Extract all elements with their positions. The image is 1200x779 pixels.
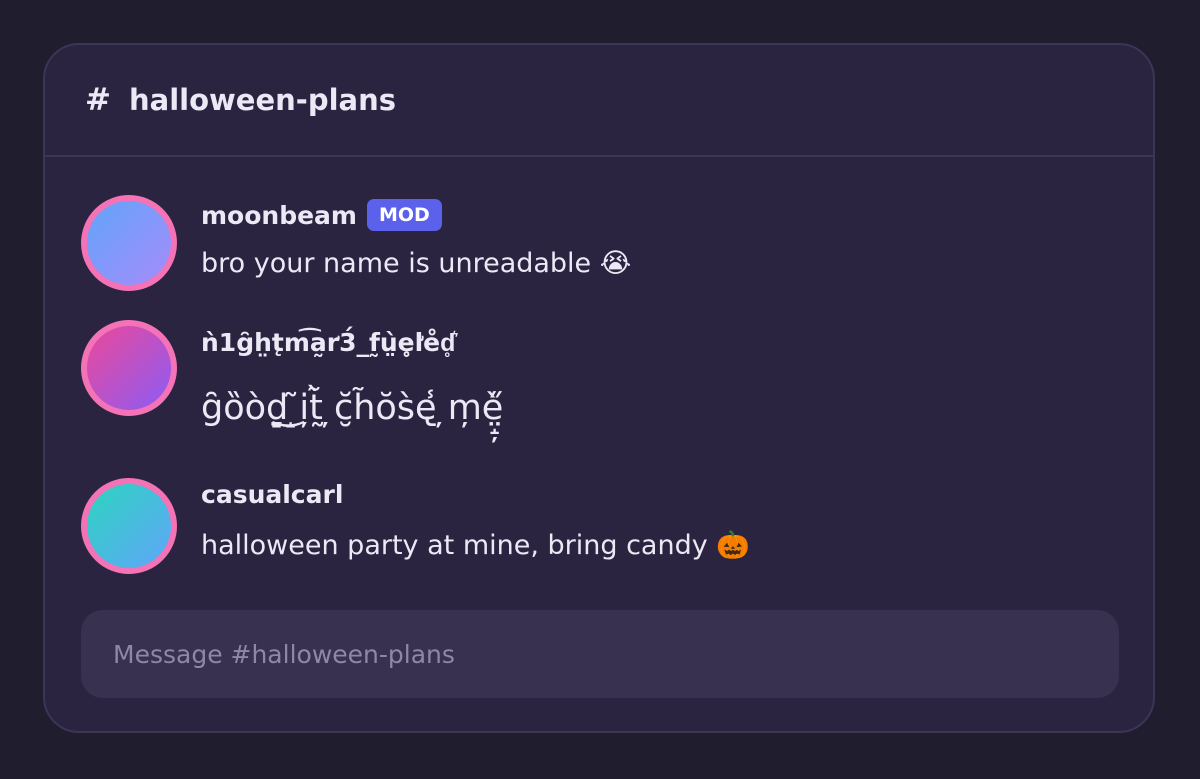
username-text[interactable]: casualcarl — [201, 480, 343, 509]
message-text: halloween party at mine, bring candy 🎃 — [201, 530, 750, 561]
avatar[interactable] — [81, 195, 177, 291]
message-username[interactable]: ǹ1g̑h̤t̨m͡a̰r̛3́_f̰ṳ̀e̥l̛e̊d̥͛ — [201, 328, 455, 358]
mod-badge: MOD — [366, 199, 442, 231]
message-input[interactable] — [111, 638, 1119, 670]
channel-header: # halloween-plans — [45, 45, 1153, 157]
channel-hash-icon: # — [85, 82, 111, 118]
message-composer[interactable] — [81, 610, 1119, 698]
avatar[interactable] — [81, 320, 177, 416]
username-text[interactable]: ǹ1g̑h̤t̨m͡a̰r̛3́_f̰ṳ̀e̥l̛e̊d̥͛ — [201, 328, 455, 357]
chat-panel: # halloween-plans moonbeam MOD bro your n… — [43, 43, 1155, 733]
message-username[interactable]: moonbeam MOD — [201, 199, 442, 231]
avatar[interactable] — [81, 478, 177, 574]
message-text: bro your name is unreadable 😭 — [201, 248, 632, 279]
username-text[interactable]: moonbeam — [201, 201, 357, 230]
channel-title: halloween-plans — [128, 83, 396, 117]
message-username[interactable]: casualcarl — [201, 480, 343, 509]
message-text: g̑ȍòd̦̞̤̝̦͜ ̝͂i̦t̰̃̀ ̦c̮̆h̃ŏs̀e̢̾ ̦m̦è̤̝… — [201, 388, 504, 428]
